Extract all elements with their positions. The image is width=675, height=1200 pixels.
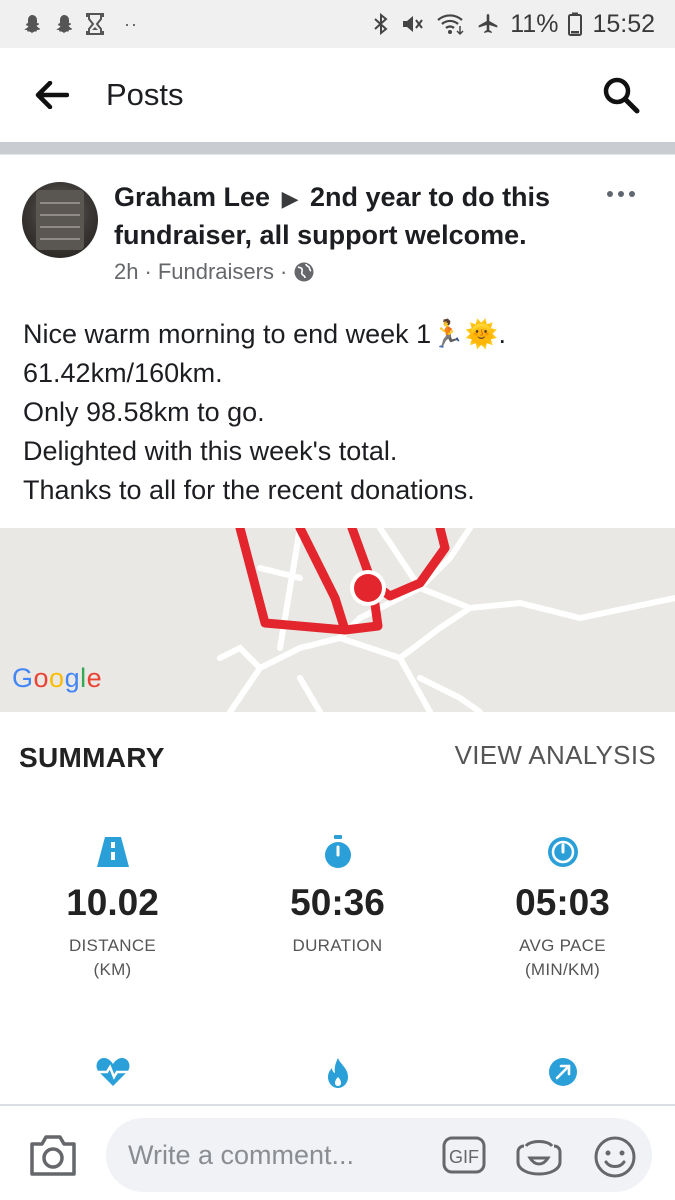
avatar[interactable]: [22, 182, 98, 258]
stat-label-text: DISTANCE: [68, 936, 157, 955]
post-body: Nice warm morning to end week 1🏃🌞. 61.42…: [23, 315, 653, 510]
arrow-left-icon: [35, 81, 69, 109]
dot: [607, 191, 613, 197]
snapchat-icon: [20, 12, 44, 36]
post-body-line: Nice warm morning to end week 1🏃🌞.: [23, 315, 653, 354]
stopwatch-icon: [324, 835, 351, 868]
stat-value: 05:03: [515, 882, 610, 923]
post-body-line: Thanks to all for the recent donations.: [23, 475, 475, 505]
comment-input-box[interactable]: GIF: [106, 1118, 652, 1192]
body-text: .: [498, 319, 506, 349]
vibrate-mute-icon: [400, 12, 426, 36]
gif-label: GIF: [449, 1147, 479, 1167]
emoji-button[interactable]: [594, 1136, 636, 1183]
heart-rate-icon: [96, 1058, 129, 1086]
camera-button[interactable]: [28, 1132, 78, 1178]
post-body-line: Only 98.58km to go.: [23, 397, 265, 427]
avatar-detail: [40, 226, 80, 228]
view-analysis-link[interactable]: VIEW ANALYSIS: [455, 740, 656, 771]
stat-unit: (MIN/KM): [524, 960, 601, 979]
stat-label: AVG PACE (MIN/KM): [450, 934, 675, 982]
stat-label-text: AVG PACE: [519, 936, 606, 955]
snapchat-icon: [52, 12, 76, 36]
camera-icon: [30, 1135, 76, 1176]
avatar-detail: [40, 214, 80, 216]
emoji-icon: [594, 1136, 636, 1178]
battery-icon: [568, 12, 583, 36]
stat-duration: 50:36 DURATION: [225, 830, 450, 958]
stat-value: 50:36: [290, 882, 385, 923]
sticker-icon: [516, 1140, 562, 1176]
arrow-separator: ▶: [281, 186, 299, 211]
post-body-line: Delighted with this week's total.: [23, 436, 398, 466]
stat-elevation: [450, 1057, 675, 1087]
globe-icon: [294, 262, 314, 282]
stat-distance: 10.02 DISTANCE (KM): [0, 830, 225, 982]
airplane-icon: [476, 12, 500, 36]
avatar-detail: [40, 202, 80, 204]
stat-avg-pace: 05:03 AVG PACE (MIN/KM): [450, 830, 675, 982]
google-logo: Google: [12, 663, 103, 693]
post-meta: 2h · Fundraisers ·: [114, 259, 315, 285]
activity-summary: SUMMARY VIEW ANALYSIS 10.02 DISTANCE (KM)…: [0, 712, 675, 1104]
post-group[interactable]: Fundraisers: [158, 259, 274, 285]
comment-input[interactable]: [128, 1139, 428, 1171]
elevation-arrow-icon: [548, 1058, 577, 1086]
stat-label-text: DURATION: [292, 936, 383, 955]
stat-calories: [225, 1057, 450, 1089]
summary-title: SUMMARY: [19, 742, 165, 773]
avatar-photo: [36, 190, 84, 250]
meta-separator: ·: [279, 259, 288, 284]
post-card: Graham Lee ▶ 2nd year to do this fundrai…: [0, 154, 675, 530]
battery-percent: 11%: [510, 9, 559, 38]
status-bar: ·· 11% 15:52: [0, 0, 675, 48]
speedometer-icon: [547, 837, 578, 867]
dot: [618, 191, 624, 197]
search-button[interactable]: [593, 67, 649, 123]
stat-label: DISTANCE (KM): [0, 934, 225, 982]
app-header: Posts: [0, 48, 675, 142]
flame-icon: [327, 1058, 348, 1088]
post-time[interactable]: 2h: [114, 259, 138, 285]
gif-icon: GIF: [442, 1136, 486, 1174]
avatar-detail: [40, 238, 80, 240]
search-icon: [603, 77, 640, 114]
stat-label: DURATION: [225, 934, 450, 958]
post-options-button[interactable]: [601, 179, 641, 209]
meta-separator: ·: [144, 259, 152, 284]
header-divider: [0, 142, 675, 154]
more-notifications-dots: ··: [124, 13, 138, 34]
page-title: Posts: [106, 77, 184, 112]
stat-value: 10.02: [66, 882, 159, 923]
gif-button[interactable]: GIF: [442, 1136, 486, 1179]
route-marker: [354, 574, 382, 602]
back-button[interactable]: [22, 65, 82, 125]
stat-heart-rate: [0, 1057, 225, 1087]
author-name[interactable]: Graham Lee: [114, 182, 270, 212]
dot: [629, 191, 635, 197]
road-icon: [96, 837, 129, 867]
route-map[interactable]: Google: [0, 528, 675, 712]
body-text: Nice warm morning to end week 1: [23, 319, 432, 349]
hourglass-icon: [84, 12, 106, 36]
post-body-line: 61.42km/160km.: [23, 358, 223, 388]
bluetooth-icon: [372, 12, 390, 36]
post-header: Graham Lee ▶ 2nd year to do this fundrai…: [114, 179, 594, 253]
wifi-icon: [436, 12, 466, 36]
comment-bar: GIF: [0, 1104, 675, 1200]
sticker-button[interactable]: [516, 1136, 562, 1181]
stat-unit: (KM): [93, 960, 132, 979]
clock: 15:52: [592, 9, 655, 38]
runner-sun-emoji: 🏃🌞: [431, 319, 499, 349]
